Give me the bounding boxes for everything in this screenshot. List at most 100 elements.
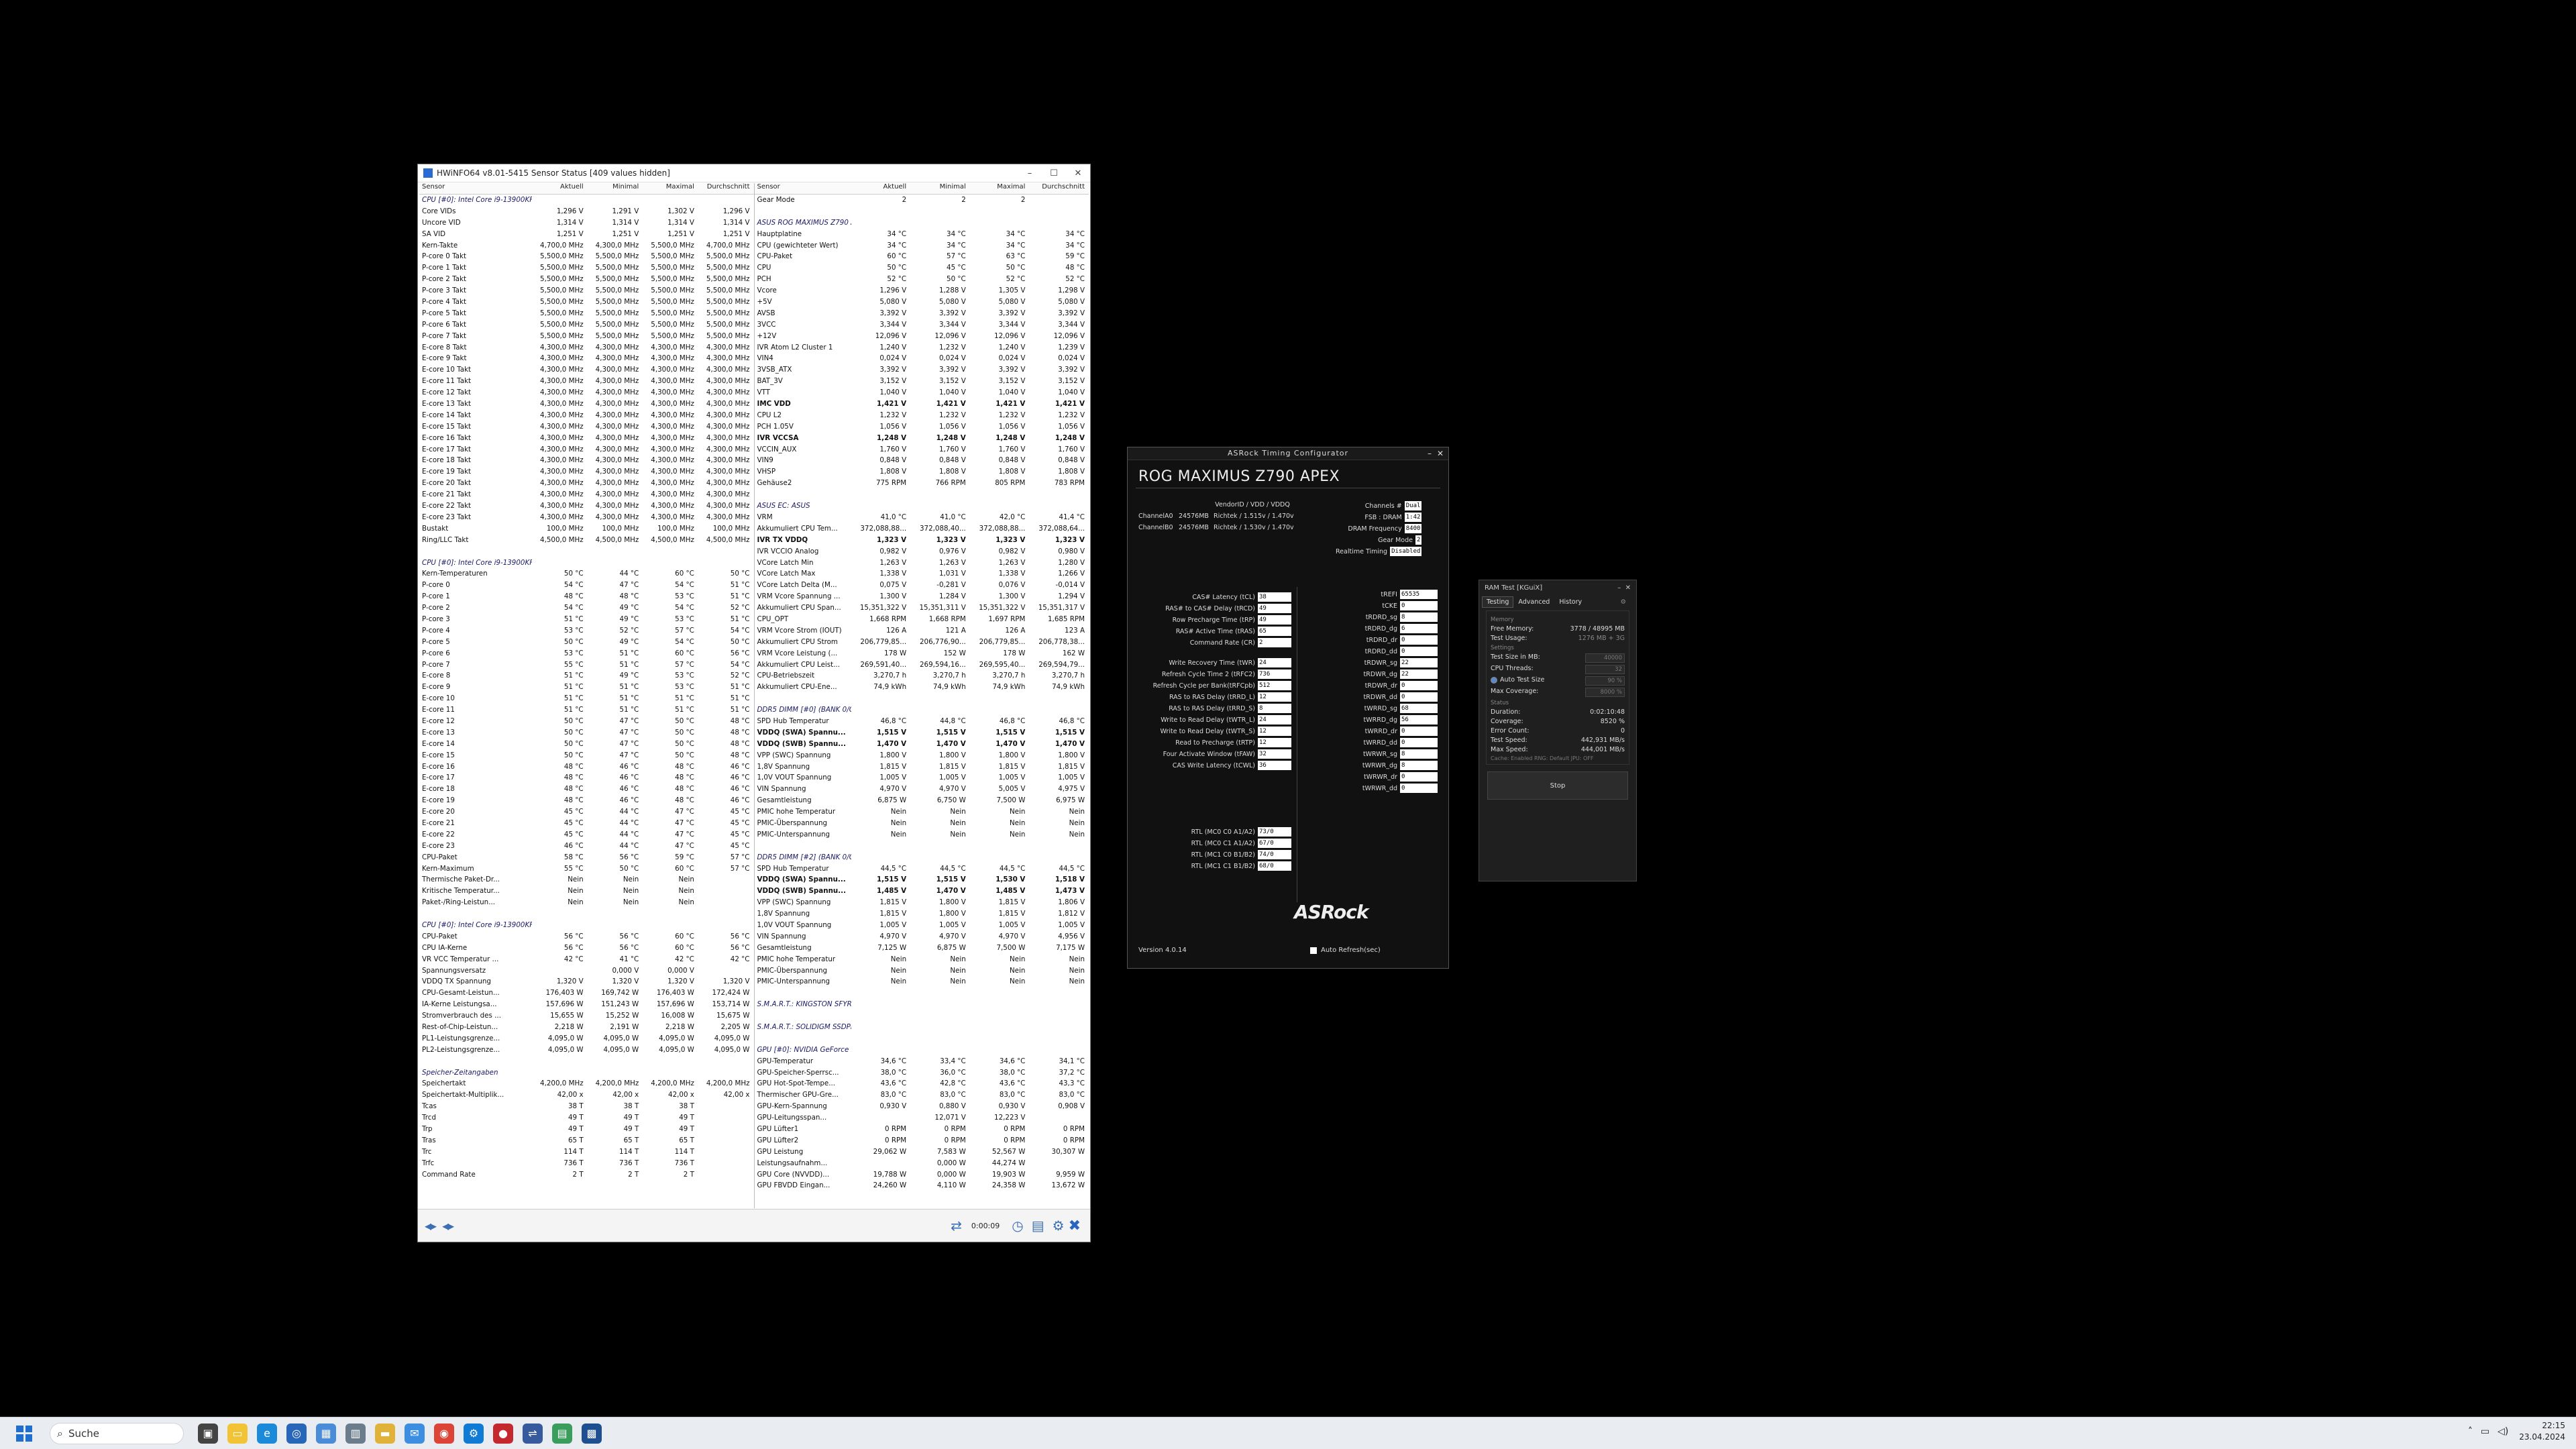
header-min[interactable]: Minimal [588, 183, 643, 194]
sensor-row[interactable]: E-core 11 Takt 4,300,0 MHz 4,300,0 MHz 4,30… [419, 376, 754, 387]
sub-timing-value[interactable]: 0 [1400, 692, 1438, 702]
header-sensor[interactable]: Sensor [419, 183, 532, 194]
tab-testing[interactable]: Testing [1482, 596, 1514, 608]
sensor-row[interactable]: E-core 19 48 °C 46 °C 48 °C 46 °C [419, 795, 754, 806]
sensor-row[interactable]: VRM 41,0 °C 41,0 °C 42,0 °C 41,4 °C [755, 512, 1089, 523]
sub-timing-value[interactable]: 22 [1400, 669, 1438, 679]
sensor-row[interactable]: P-core 0 54 °C 47 °C 54 °C 51 °C [419, 580, 754, 591]
sensor-row[interactable]: PL1-Leistungsgrenze... 4,095,0 W 4,095,0 W… [419, 1033, 754, 1044]
sensor-row[interactable]: PL2-Leistungsgrenze... 4,095,0 W 4,095,0 W… [419, 1044, 754, 1056]
sensor-row[interactable]: GPU-Kern-Spannung 0,930 V 0,880 V 0,930 V 0,… [755, 1101, 1089, 1112]
timing-value[interactable]: 12 [1258, 692, 1291, 702]
settings-gear-icon[interactable]: ⚙ [1615, 596, 1631, 608]
sensor-row[interactable]: P-core 4 Takt 5,500,0 MHz 5,500,0 MHz 5,500… [419, 297, 754, 308]
sensor-row[interactable] [755, 987, 1089, 999]
sensor-row[interactable]: CPU-Paket 58 °C 56 °C 59 °C 57 °C [419, 852, 754, 863]
sensor-row[interactable]: E-core 14 Takt 4,300,0 MHz 4,300,0 MHz 4,30… [419, 410, 754, 421]
sub-timing-value[interactable]: 8 [1400, 761, 1438, 770]
sensor-group-header[interactable]: DDR5 DIMM [#0] (BANK 0/Controller0-DIMMA… [755, 704, 1089, 716]
sensor-row[interactable]: Spannungsversatz 0,000 V 0,000 V [419, 965, 754, 977]
sensor-row[interactable]: E-core 23 46 °C 44 °C 47 °C 45 °C [419, 841, 754, 852]
sensor-row[interactable]: 1,8V Spannung 1,815 V 1,800 V 1,815 V 1,812 … [755, 908, 1089, 920]
dram-setting-value[interactable]: 2 [1415, 535, 1422, 545]
auto-test-size-option[interactable]: Auto Test Size [1491, 676, 1544, 686]
sensor-row[interactable]: VDDQ (SWA) Spannu... 1,515 V 1,515 V 1,515 … [755, 727, 1089, 739]
sensor-row[interactable]: E-core 18 Takt 4,300,0 MHz 4,300,0 MHz 4,30… [419, 455, 754, 466]
sensor-row[interactable]: E-core 21 Takt 4,300,0 MHz 4,300,0 MHz 4,30… [419, 489, 754, 500]
sensor-row[interactable]: CPU L2 1,232 V 1,232 V 1,232 V 1,232 V [755, 410, 1089, 421]
clock[interactable]: 22:15 23.04.2024 [2519, 1420, 2565, 1443]
rtl-value[interactable]: 67/0 [1258, 839, 1291, 848]
timing-value[interactable]: 24 [1258, 658, 1291, 667]
sensor-row[interactable]: CPU IA-Kerne 56 °C 56 °C 60 °C 56 °C [419, 943, 754, 954]
timing-value[interactable]: 2 [1258, 638, 1291, 647]
sensor-row[interactable]: E-core 17 Takt 4,300,0 MHz 4,300,0 MHz 4,30… [419, 444, 754, 455]
sensor-row[interactable]: PMIC-Unterspannung Nein Nein Nein Nein [755, 976, 1089, 987]
nav-left-icon[interactable]: ◂▸ [425, 1218, 437, 1234]
sensor-pane-right[interactable]: Sensor Aktuell Minimal Maximal Durchschn… [754, 183, 1089, 1208]
sensor-row[interactable]: P-core 1 Takt 5,500,0 MHz 5,500,0 MHz 5,500… [419, 262, 754, 274]
sensor-row[interactable]: E-core 12 50 °C 47 °C 50 °C 48 °C [419, 716, 754, 727]
timing-value[interactable]: 8 [1258, 704, 1291, 713]
edge-icon[interactable]: e [257, 1423, 277, 1444]
sensor-row[interactable]: VR VCC Temperatur ... 42 °C 41 °C 42 °C 42 °… [419, 954, 754, 965]
sensor-row[interactable] [755, 1033, 1089, 1044]
sensor-row[interactable]: VRM Vcore Spannung ... 1,300 V 1,284 V 1,30… [755, 591, 1089, 602]
sensor-row[interactable]: VIN4 0,024 V 0,024 V 0,024 V 0,024 V [755, 353, 1089, 364]
sensor-row[interactable]: IA-Kerne Leistungsa... 157,696 W 151,243 W… [419, 999, 754, 1010]
minimize-button[interactable]: – [1018, 168, 1042, 178]
sensor-row[interactable]: P-core 4 53 °C 52 °C 57 °C 54 °C [419, 625, 754, 637]
sensor-row[interactable]: VIN Spannung 4,970 V 4,970 V 4,970 V 4,956 V [755, 931, 1089, 943]
auto-refresh-checkbox[interactable] [1310, 947, 1317, 954]
sensor-row[interactable]: E-core 12 Takt 4,300,0 MHz 4,300,0 MHz 4,30… [419, 387, 754, 398]
sensor-row[interactable]: Stromverbrauch des ... 15,655 W 15,252 W 16… [419, 1010, 754, 1022]
sub-timing-value[interactable]: 22 [1400, 658, 1438, 667]
sensor-row[interactable]: VDDQ (SWB) Spannu... 1,485 V 1,470 V 1,485 … [755, 885, 1089, 897]
store-icon[interactable]: ▦ [316, 1423, 336, 1444]
sensor-row[interactable]: Kern-Takte 4,700,0 MHz 4,300,0 MHz 5,500,0 … [419, 240, 754, 252]
task-view-icon[interactable]: ▣ [198, 1423, 218, 1444]
sensor-row[interactable]: Akkumuliert CPU-Ene... 74,9 kWh 74,9 kWh 74… [755, 682, 1089, 693]
sensor-group-header[interactable]: S.M.A.R.T.: KINGSTON SFYRD2000G (50026B7… [755, 999, 1089, 1010]
sub-timing-value[interactable]: 68 [1400, 704, 1438, 713]
sensor-row[interactable]: IVR Atom L2 Cluster 1 1,240 V 1,232 V 1,240… [755, 342, 1089, 354]
timing-value[interactable]: 36 [1258, 761, 1291, 770]
ramtest-titlebar[interactable]: RAM Test [KGuiX] – ✕ [1479, 580, 1636, 595]
sensor-row[interactable]: Bustakt 100,0 MHz 100,0 MHz 100,0 MHz 100,0 … [419, 523, 754, 535]
sub-timing-value[interactable]: 0 [1400, 635, 1438, 645]
sensor-group-header[interactable]: GPU [#0]: NVIDIA GeForce RTX 4090 [755, 1044, 1089, 1056]
header-avg[interactable]: Durchschnitt [1029, 183, 1089, 194]
settings-gear-icon[interactable]: ⚙ [1053, 1218, 1065, 1234]
sensor-row[interactable]: P-core 1 48 °C 48 °C 53 °C 51 °C [419, 591, 754, 602]
sensor-row[interactable]: IVR TX VDDQ 1,323 V 1,323 V 1,323 V 1,323 V [755, 535, 1089, 546]
sensor-row[interactable]: VCore Latch Max 1,338 V 1,031 V 1,338 V 1,26… [755, 568, 1089, 580]
sub-timing-value[interactable]: 0 [1400, 738, 1438, 747]
sensor-row[interactable]: VIN Spannung 4,970 V 4,970 V 5,005 V 4,975 V [755, 784, 1089, 795]
sensor-row[interactable]: Trc 114 T 114 T 114 T [419, 1146, 754, 1158]
sensor-group-header[interactable]: S.M.A.R.T.: SOLIDIGM SSDPFKKW020X7 (SSB8… [755, 1022, 1089, 1033]
sensor-row[interactable]: GPU Lüfter1 0 RPM 0 RPM 0 RPM 0 RPM [755, 1124, 1089, 1135]
sensor-row[interactable]: E-core 20 Takt 4,300,0 MHz 4,300,0 MHz 4,30… [419, 478, 754, 489]
sensor-row[interactable]: Leistungsaufnahm... 0,000 W 44,274 W [755, 1158, 1089, 1169]
sensor-row[interactable]: P-core 3 Takt 5,500,0 MHz 5,500,0 MHz 5,500… [419, 285, 754, 297]
sensor-row[interactable]: VPP (SWC) Spannung 1,800 V 1,800 V 1,800 V 1… [755, 750, 1089, 761]
sensor-row[interactable]: VRM Vcore Leistung (... 178 W 152 W 178 W 16… [755, 648, 1089, 659]
sensor-row[interactable]: E-core 23 Takt 4,300,0 MHz 4,300,0 MHz 4,30… [419, 512, 754, 523]
sensor-row[interactable]: P-core 3 51 °C 49 °C 53 °C 51 °C [419, 614, 754, 625]
dram-setting-value[interactable]: Disabled [1390, 547, 1422, 556]
sensor-row[interactable]: GPU Core (NVVDD)... 19,788 W 0,000 W 19,903… [755, 1169, 1089, 1181]
sensor-row[interactable]: VDDQ (SWA) Spannu... 1,515 V 1,515 V 1,530 … [755, 874, 1089, 885]
chrome-icon[interactable]: ◉ [434, 1423, 454, 1444]
sensor-row[interactable]: Core VIDs 1,296 V 1,291 V 1,302 V 1,296 V [419, 206, 754, 217]
timing-value[interactable]: 32 [1258, 749, 1291, 759]
sensor-row[interactable]: Speichertakt 4,200,0 MHz 4,200,0 MHz 4,200,… [419, 1078, 754, 1089]
sensor-row[interactable]: VHSP 1,808 V 1,808 V 1,808 V 1,808 V [755, 466, 1089, 478]
sensor-row[interactable]: P-core 6 53 °C 51 °C 60 °C 56 °C [419, 648, 754, 659]
sensor-row[interactable]: Uncore VID 1,314 V 1,314 V 1,314 V 1,314 V [419, 217, 754, 229]
sensor-row[interactable]: VCore Latch Min 1,263 V 1,263 V 1,263 V 1,28… [755, 557, 1089, 569]
sub-timing-value[interactable]: 56 [1400, 715, 1438, 724]
sensor-row[interactable] [755, 693, 1089, 704]
sensor-row[interactable]: SA VID 1,251 V 1,251 V 1,251 V 1,251 V [419, 229, 754, 240]
sensor-row[interactable]: CPU_OPT 1,668 RPM 1,668 RPM 1,697 RPM 1,685 … [755, 614, 1089, 625]
timing-value[interactable]: 736 [1258, 669, 1291, 679]
